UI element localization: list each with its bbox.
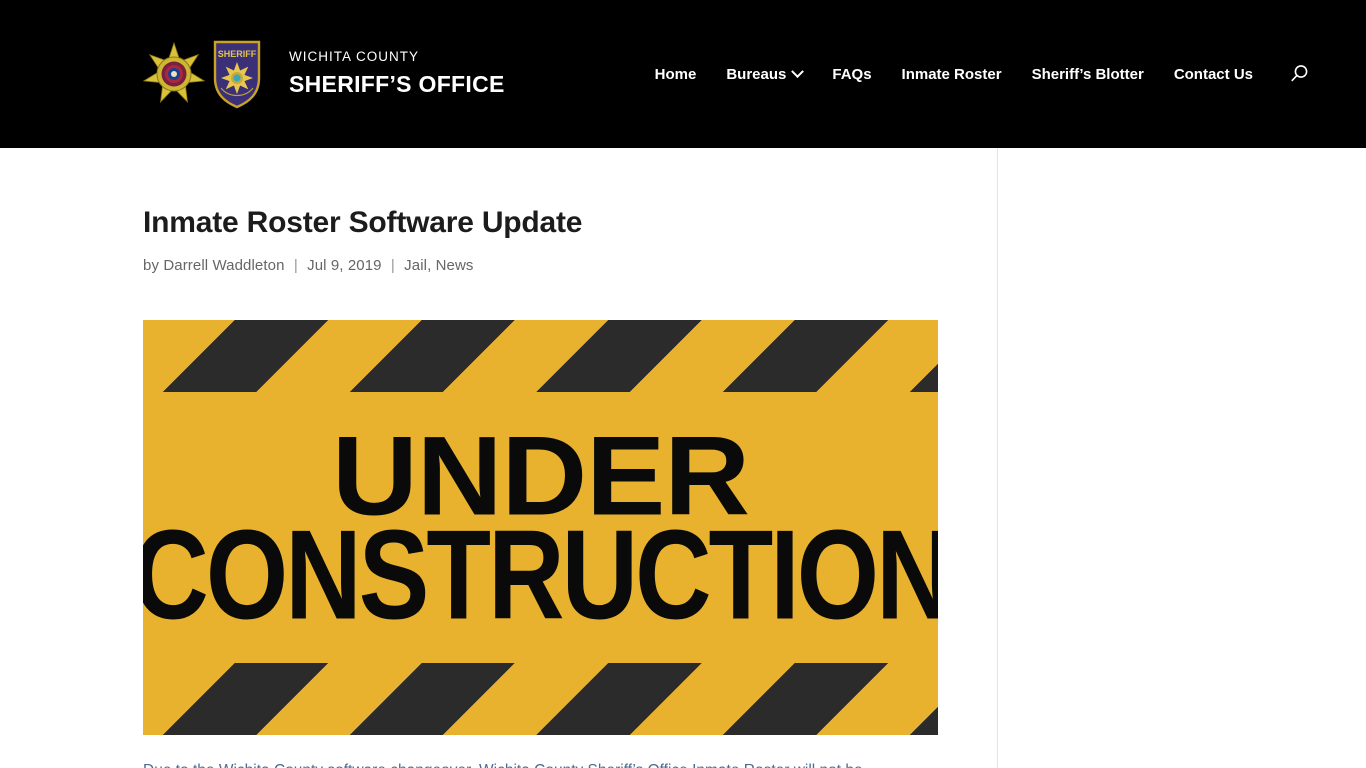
- search-button[interactable]: [1286, 61, 1312, 87]
- post-meta-by: by: [143, 257, 160, 274]
- sheriff-shield-patch-icon: SHERIFF: [213, 40, 261, 109]
- brand-text: WICHITA COUNTY SHERIFF’S OFFICE: [289, 50, 505, 97]
- nav-item-bureaus[interactable]: Bureaus: [711, 64, 817, 83]
- nav-label-home: Home: [654, 65, 697, 83]
- shield-label: SHERIFF: [218, 49, 257, 59]
- site-header: SHERIFF WICHITA COUNTY SHERIFF’S OFFICE …: [0, 0, 1366, 148]
- search-icon: [1291, 65, 1308, 82]
- post-author[interactable]: Darrell Waddleton: [163, 257, 284, 274]
- nav-item-contact-us[interactable]: Contact Us: [1159, 67, 1268, 82]
- nav-item-home[interactable]: Home: [655, 67, 712, 82]
- site-brand[interactable]: SHERIFF WICHITA COUNTY SHERIFF’S OFFICE: [143, 38, 505, 110]
- nav-item-faqs[interactable]: FAQs: [817, 67, 886, 82]
- post-meta: by Darrell Waddleton | Jul 9, 2019 | Jai…: [143, 257, 997, 274]
- chevron-down-icon: [791, 64, 805, 78]
- nav-label-sheriffs-blotter: Sheriff’s Blotter: [1031, 65, 1144, 83]
- page-body: Inmate Roster Software Update by Darrell…: [0, 148, 1366, 768]
- content-column: Inmate Roster Software Update by Darrell…: [0, 148, 998, 768]
- brand-office-label: SHERIFF’S OFFICE: [289, 71, 505, 98]
- brand-county-label: WICHITA COUNTY: [289, 49, 419, 65]
- post-article: Inmate Roster Software Update by Darrell…: [0, 205, 997, 768]
- hazard-stripe-band-bottom: [143, 663, 938, 735]
- nav-label-contact-us: Contact Us: [1173, 65, 1253, 83]
- nav-label-inmate-roster: Inmate Roster: [901, 65, 1002, 83]
- sidebar-column: [998, 148, 1366, 768]
- nav-item-inmate-roster[interactable]: Inmate Roster: [887, 67, 1017, 82]
- under-construction-line2: CONSTRUCTION: [143, 503, 938, 647]
- nav-item-sheriffs-blotter[interactable]: Sheriff’s Blotter: [1017, 67, 1159, 82]
- post-meta-separator-1: |: [293, 257, 298, 274]
- hazard-stripe-band-top: [143, 320, 938, 392]
- post-date: Jul 9, 2019: [307, 257, 382, 274]
- brand-badges: SHERIFF: [143, 38, 263, 110]
- nav-list: Home Bureaus FAQs Inmate Roster Sheriff’…: [655, 64, 1268, 83]
- under-construction-text: UNDER CONSTRUCTION: [143, 392, 938, 663]
- post-body-text: Due to the Wichita County software chang…: [143, 757, 938, 768]
- page-title: Inmate Roster Software Update: [143, 206, 583, 239]
- sheriff-star-badge-icon: [143, 41, 205, 104]
- post-meta-separator-2: |: [390, 257, 395, 274]
- main-navigation: Home Bureaus FAQs Inmate Roster Sheriff’…: [655, 0, 1366, 148]
- featured-image-under-construction: UNDER CONSTRUCTION: [143, 320, 938, 735]
- post-categories[interactable]: Jail, News: [404, 257, 473, 274]
- nav-label-faqs: FAQs: [832, 65, 872, 83]
- nav-label-bureaus: Bureaus: [726, 65, 787, 83]
